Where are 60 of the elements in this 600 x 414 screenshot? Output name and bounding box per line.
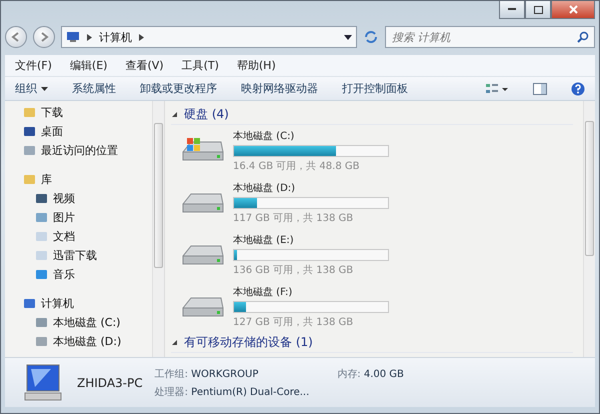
detail-field: 内存: 4.00 GB bbox=[337, 366, 404, 380]
close-button[interactable] bbox=[551, 1, 595, 19]
sidebar-item[interactable]: 本地磁盘 (D:) bbox=[53, 334, 122, 349]
detail-field: 处理器: Pentium(R) Dual-Core... bbox=[154, 384, 310, 398]
drive-name[interactable]: 本地磁盘 (F:) bbox=[233, 285, 389, 299]
group-header[interactable]: 有可移动存储的设备 (1) bbox=[184, 334, 313, 351]
group-header[interactable]: 硬盘 (4) bbox=[184, 106, 229, 123]
minimize-icon bbox=[508, 8, 516, 11]
scrollbar[interactable] bbox=[152, 101, 164, 357]
maximize-button[interactable] bbox=[525, 1, 551, 19]
collapse-arrow-icon[interactable] bbox=[171, 111, 178, 118]
menu-item[interactable]: 文件(F) bbox=[15, 58, 52, 73]
detail-field: 工作组: WORKGROUP bbox=[154, 366, 310, 380]
sidebar-item[interactable]: 本地磁盘 (C:) bbox=[53, 315, 120, 330]
view-options-icon[interactable] bbox=[485, 82, 509, 94]
drive-space-text: 16.4 GB 可用，共 48.8 GB bbox=[233, 160, 360, 173]
back-button[interactable] bbox=[5, 26, 27, 48]
drive-space-text: 136 GB 可用，共 138 GB bbox=[233, 264, 354, 277]
toolbar-button[interactable]: 打开控制面板 bbox=[342, 81, 408, 96]
maximize-icon bbox=[534, 6, 542, 14]
sidebar-item[interactable]: 视频 bbox=[53, 191, 75, 206]
breadcrumb-arrow-icon[interactable] bbox=[86, 34, 93, 40]
organize-button[interactable]: 组织 bbox=[15, 81, 48, 96]
minimize-button[interactable] bbox=[499, 1, 525, 19]
drive-space-text: 117 GB 可用，共 138 GB bbox=[233, 212, 354, 225]
sidebar-item[interactable]: 音乐 bbox=[53, 267, 75, 282]
close-icon bbox=[568, 5, 578, 14]
scrollbar[interactable] bbox=[583, 101, 595, 357]
caret-icon bbox=[41, 86, 48, 90]
sidebar-item[interactable]: 图片 bbox=[53, 210, 75, 225]
breadcrumb[interactable]: 计算机 bbox=[99, 30, 132, 44]
drive-name[interactable]: 本地磁盘 (E:) bbox=[233, 233, 389, 247]
breadcrumb-arrow-icon[interactable] bbox=[138, 34, 145, 40]
address-bar[interactable]: 计算机 bbox=[61, 26, 357, 48]
help-icon[interactable] bbox=[571, 82, 585, 96]
collapse-arrow-icon[interactable] bbox=[171, 339, 178, 346]
forward-button[interactable] bbox=[33, 26, 55, 48]
sidebar-item[interactable]: 下载 bbox=[41, 105, 63, 120]
refresh-icon[interactable] bbox=[363, 29, 379, 45]
dropdown-arrow-icon[interactable] bbox=[344, 34, 352, 40]
sidebar-item[interactable]: 计算机 bbox=[41, 296, 74, 311]
drive-name[interactable]: 本地磁盘 (D:) bbox=[233, 181, 389, 195]
sidebar-item[interactable]: 文档 bbox=[53, 229, 75, 244]
drive-space-text: 127 GB 可用，共 138 GB bbox=[233, 316, 354, 329]
sidebar-item[interactable]: 最近访问的位置 bbox=[41, 143, 118, 158]
drive-name[interactable]: 本地磁盘 (C:) bbox=[233, 129, 389, 143]
toolbar-button[interactable]: 卸载或更改程序 bbox=[140, 81, 217, 96]
sidebar-item[interactable]: 桌面 bbox=[41, 124, 63, 139]
menu-item[interactable]: 工具(T) bbox=[182, 58, 219, 73]
menu-item[interactable]: 查看(V) bbox=[125, 58, 164, 73]
toolbar-button[interactable]: 系统属性 bbox=[72, 81, 116, 96]
computer-name: ZHIDA3-PC bbox=[77, 376, 143, 390]
search-icon[interactable] bbox=[577, 31, 589, 43]
menu-item[interactable]: 编辑(E) bbox=[70, 58, 108, 73]
toolbar-button[interactable]: 映射网络驱动器 bbox=[241, 81, 318, 96]
menu-item[interactable]: 帮助(H) bbox=[236, 58, 276, 73]
sidebar-item[interactable]: 库 bbox=[41, 172, 52, 187]
sidebar-item[interactable]: 迅雷下载 bbox=[53, 248, 97, 263]
preview-pane-icon[interactable] bbox=[533, 82, 547, 94]
search-field[interactable]: 搜索 计算机 bbox=[385, 26, 595, 48]
